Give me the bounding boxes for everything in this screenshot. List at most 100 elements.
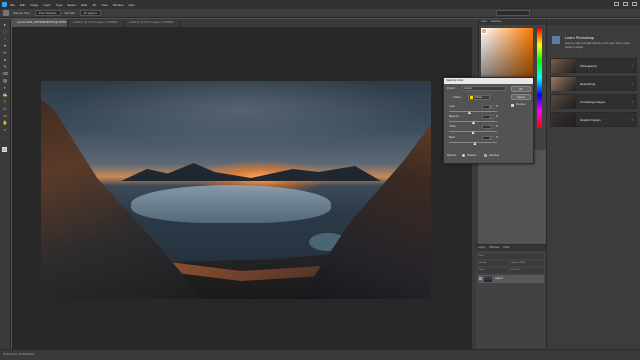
pen-tool-icon[interactable]: ✍ <box>2 92 8 97</box>
menu-view[interactable]: View <box>101 3 107 7</box>
relative-label: Relative <box>467 154 477 157</box>
photography-thumbnail <box>551 59 576 73</box>
hue-slider[interactable] <box>537 28 542 128</box>
fill-field[interactable]: Fill: 100% <box>510 268 544 273</box>
eye-icon[interactable] <box>479 277 482 280</box>
black-value-field[interactable]: +8 <box>482 136 494 140</box>
learn-card-photography[interactable]: Photography › <box>550 58 637 73</box>
marquee-tool-icon[interactable]: ⬚ <box>2 29 8 34</box>
preset-dropdown[interactable]: Custom <box>462 86 506 91</box>
color-swatches[interactable] <box>1 147 9 154</box>
colors-dropdown[interactable]: Yellows <box>468 95 490 100</box>
doc-tab[interactable]: Untitled-2 @ 66.7% (Layer 1, RGB/8#) <box>124 19 180 27</box>
learn-panel-header <box>547 19 640 25</box>
menu-3d[interactable]: 3D <box>92 3 96 7</box>
yellow-percent: % <box>496 125 499 128</box>
doc-tab[interactable]: Untitled-1 @ 33.3% (Layer 1, RGB/8#) <box>68 19 124 27</box>
status-bar: 26.91% Doc: 43.9M/49.3M <box>0 349 640 360</box>
more-tools-icon[interactable]: … <box>2 134 8 139</box>
menu-edit[interactable]: Edit <box>20 3 25 7</box>
document-image[interactable] <box>41 81 431 299</box>
menu-help[interactable]: Help <box>128 3 134 7</box>
black-label: Black: <box>449 136 456 139</box>
crop-tool-icon[interactable]: ✂ <box>2 50 8 55</box>
menu-image[interactable]: Image <box>30 3 38 7</box>
brush-tool-icon[interactable]: ✎ <box>2 64 8 69</box>
menu-filter[interactable]: Filter <box>81 3 88 7</box>
dodge-tool-icon[interactable]: ◐ <box>2 85 8 90</box>
menu-type[interactable]: Type <box>56 3 63 7</box>
type-tool-icon[interactable]: T <box>2 99 8 104</box>
cancel-button[interactable]: Cancel <box>511 94 531 100</box>
preview-label: Preview <box>516 103 526 106</box>
layer-thumbnail <box>484 276 492 282</box>
menu-file[interactable]: File <box>10 3 15 7</box>
relative-radio[interactable] <box>462 154 465 157</box>
gradient-tool-icon[interactable]: ▨ <box>2 78 8 83</box>
magenta-slider-track[interactable] <box>449 121 497 122</box>
yellow-label: Yellow: <box>449 125 457 128</box>
doc-tab-active[interactable]: Lynd in SL19_2HKTEN0-6KKTR @ 26.9% (Laye… <box>12 19 68 27</box>
sample-size-select[interactable]: Point Sample <box>34 10 61 16</box>
tab-swatches[interactable]: Swatches <box>491 19 501 25</box>
magenta-percent: % <box>496 115 499 118</box>
menu-select[interactable]: Select <box>67 3 75 7</box>
black-slider-track[interactable] <box>449 142 497 143</box>
opacity-field[interactable]: Opacity: 100% <box>510 261 544 266</box>
quick-select-tool-icon[interactable]: ⌖ <box>2 43 8 48</box>
close-icon[interactable] <box>632 2 637 6</box>
learn-card-label: Combining Images <box>580 100 606 104</box>
method-label: Method: <box>447 154 457 157</box>
cyan-value-field[interactable]: -15 <box>482 105 494 109</box>
sample-select[interactable]: All Layers <box>79 10 101 16</box>
cyan-percent: % <box>496 105 499 108</box>
layer-row[interactable]: Layer 0 <box>478 275 544 283</box>
foreground-color-swatch[interactable] <box>1 147 7 152</box>
cyan-slider-track[interactable] <box>449 111 497 112</box>
distant-mountains <box>121 163 381 181</box>
current-color-swatch[interactable] <box>481 28 487 34</box>
path-select-tool-icon[interactable]: ▷ <box>2 106 8 111</box>
ok-button[interactable]: OK <box>511 86 531 92</box>
lock-controls[interactable]: Lock: <box>478 268 508 273</box>
tab-channels[interactable]: Channels <box>489 245 499 251</box>
magenta-value-field[interactable]: +2 <box>482 115 494 119</box>
search-input[interactable] <box>496 10 530 16</box>
retouching-thumbnail <box>551 77 576 91</box>
maximize-icon[interactable] <box>623 2 628 6</box>
document-tabs: Lynd in SL19_2HKTEN0-6KKTR @ 26.9% (Laye… <box>12 19 530 27</box>
tab-paths[interactable]: Paths <box>503 245 509 251</box>
colors-label: Colors: <box>453 96 462 99</box>
dialog-title: Selective Color <box>444 78 533 84</box>
learn-card-combining-images[interactable]: Combining Images › <box>550 94 637 109</box>
eyedropper-tool-icon[interactable]: ⌀ <box>2 57 8 62</box>
learn-panel: Learn Photoshop Step-by-step tutorials d… <box>546 19 640 349</box>
shape-tool-icon[interactable]: ▭ <box>2 113 8 118</box>
eyedropper-icon[interactable] <box>3 10 9 16</box>
learn-card-label: Graphic Design <box>580 118 601 122</box>
learn-card-label: Photography <box>580 64 598 68</box>
menu-window[interactable]: Window <box>113 3 124 7</box>
preview-checkbox[interactable] <box>511 104 514 107</box>
blend-mode-select[interactable]: Normal <box>478 261 508 266</box>
canvas-area[interactable] <box>12 27 472 349</box>
learn-card-label: Retouching <box>580 82 596 86</box>
minimize-icon[interactable] <box>614 2 619 6</box>
move-tool-icon[interactable]: ▸ <box>2 22 8 27</box>
sample-label: Sample: <box>64 11 76 15</box>
learn-card-retouching[interactable]: Retouching › <box>550 76 637 91</box>
yellow-value-field[interactable]: 0 <box>482 125 494 129</box>
eraser-tool-icon[interactable]: ⌫ <box>2 71 8 76</box>
fjord-water <box>131 185 331 223</box>
lasso-tool-icon[interactable]: ◌ <box>2 36 8 41</box>
zoom-tool-icon[interactable]: ⌕ <box>2 127 8 132</box>
absolute-radio[interactable] <box>484 154 487 157</box>
learn-card-graphic-design[interactable]: Graphic Design › <box>550 112 637 127</box>
hand-tool-icon[interactable]: ✋ <box>2 120 8 125</box>
graphic-design-thumbnail <box>551 113 576 127</box>
menu-bar: File Edit Image Layer Type Select Filter… <box>0 0 640 9</box>
tab-color[interactable]: Color <box>481 19 487 25</box>
tab-layers[interactable]: Layers <box>478 245 485 251</box>
menu-layer[interactable]: Layer <box>43 3 51 7</box>
layer-filter-kind[interactable]: Kind <box>478 254 544 259</box>
